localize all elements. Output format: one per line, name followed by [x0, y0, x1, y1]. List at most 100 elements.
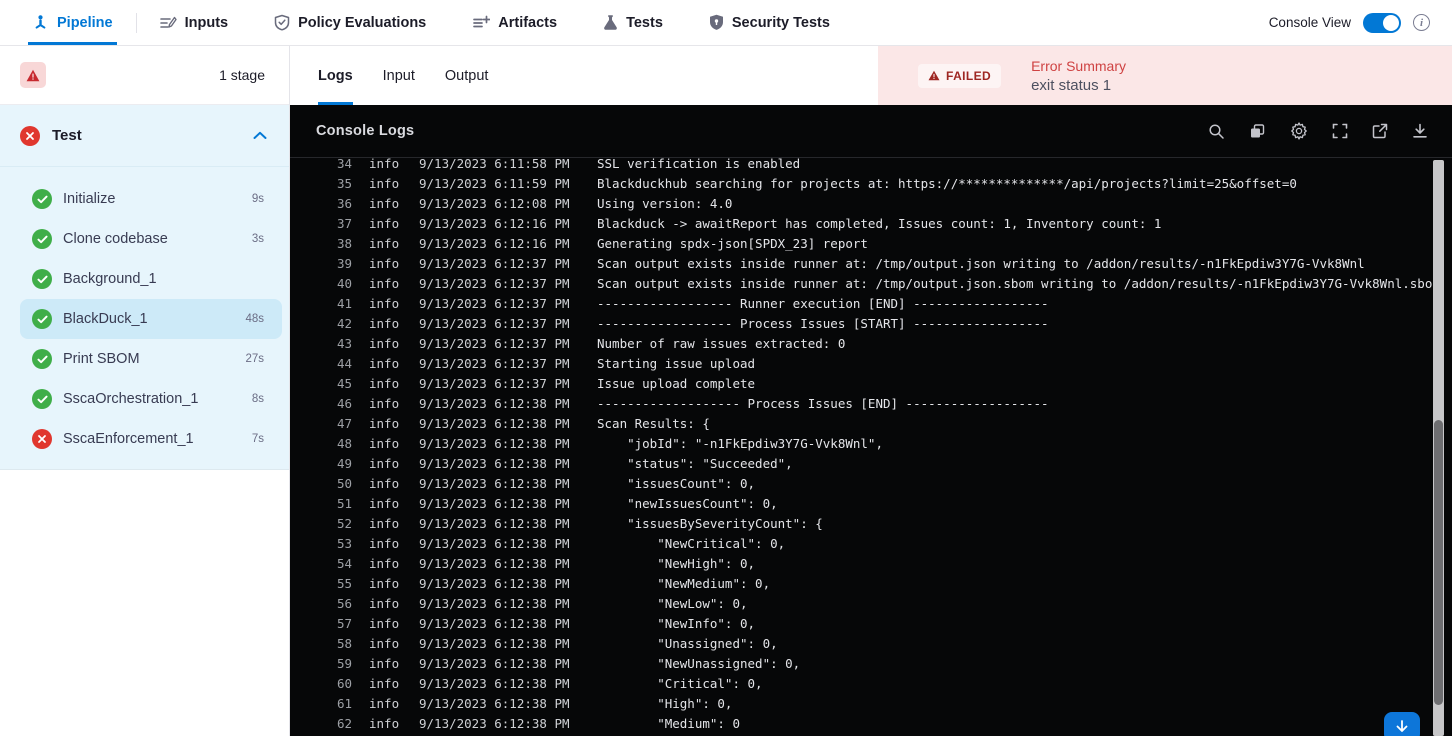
settings-icon[interactable] — [1290, 122, 1308, 140]
pipeline-icon — [32, 14, 49, 31]
log-level: info — [369, 575, 400, 591]
log-line-number: 37 — [336, 215, 352, 231]
step-label: Print SBOM — [63, 351, 140, 367]
log-level: info — [369, 475, 400, 491]
log-line-number: 34 — [336, 158, 352, 171]
log-level: info — [369, 375, 400, 391]
log-line: 55 info 9/13/2023 6:12:38 PM "NewMedium": … — [290, 573, 1452, 593]
log-line: 49 info 9/13/2023 6:12:38 PM "status": "Su… — [290, 453, 1452, 473]
error-summary-message: exit status 1 — [1031, 76, 1112, 94]
search-icon[interactable] — [1208, 123, 1225, 140]
chevron-up-icon[interactable] — [253, 131, 267, 140]
step-sscaorchestration-1[interactable]: SscaOrchestration_1 8s — [20, 379, 282, 419]
log-line-number: 42 — [336, 315, 352, 331]
log-timestamp: 9/13/2023 6:11:58 PM — [419, 158, 570, 171]
log-line-number: 36 — [336, 195, 352, 211]
log-line-number: 53 — [336, 535, 352, 551]
step-blackduck-1[interactable]: BlackDuck_1 48s — [20, 299, 282, 339]
log-timestamp: 9/13/2023 6:12:38 PM — [419, 435, 570, 451]
step-duration: 8s — [251, 393, 264, 405]
tab-output[interactable]: Output — [445, 46, 489, 105]
log-line: 52 info 9/13/2023 6:12:38 PM "issuesBySeve… — [290, 513, 1452, 533]
main-panel: Logs Input Output FAILED Error Summary exi… — [290, 46, 1452, 736]
log-line: 46 info 9/13/2023 6:12:38 PM --------------… — [290, 393, 1452, 413]
step-duration: 27s — [245, 353, 264, 365]
scrollbar-thumb[interactable] — [1434, 420, 1443, 705]
log-line-number: 58 — [336, 635, 352, 651]
log-line-number: 49 — [336, 455, 352, 471]
log-timestamp: 9/13/2023 6:12:37 PM — [419, 335, 570, 351]
top-tab-artifacts[interactable]: Artifacts — [468, 0, 561, 45]
log-message: Starting issue upload — [597, 355, 756, 371]
log-line: 61 info 9/13/2023 6:12:38 PM "High": 0, — [290, 693, 1452, 713]
info-icon[interactable]: i — [1413, 14, 1430, 31]
log-line-number: 46 — [336, 395, 352, 411]
download-icon[interactable] — [1412, 123, 1428, 139]
log-message: "High": 0, — [597, 695, 733, 711]
scrollbar[interactable] — [1433, 160, 1444, 736]
failed-badge-label: FAILED — [946, 68, 992, 83]
stage-header-test[interactable]: Test — [0, 105, 289, 167]
log-timestamp: 9/13/2023 6:12:38 PM — [419, 575, 570, 591]
step-sscaenforcement-1[interactable]: SscaEnforcement_1 7s — [20, 419, 282, 459]
console-title: Console Logs — [316, 123, 415, 139]
log-level: info — [369, 535, 400, 551]
scroll-to-bottom-button[interactable] — [1384, 712, 1420, 736]
log-line: 47 info 9/13/2023 6:12:38 PM Scan Results: … — [290, 413, 1452, 433]
step-background-1[interactable]: Background_1 — [20, 259, 282, 299]
success-icon — [32, 269, 52, 289]
top-tab-security-tests[interactable]: Security Tests — [705, 0, 834, 45]
log-line-number: 55 — [336, 575, 352, 591]
copy-icon[interactable] — [1249, 123, 1266, 140]
log-line-number: 41 — [336, 295, 352, 311]
open-in-new-icon[interactable] — [1372, 123, 1388, 139]
console-toolbar — [1208, 122, 1428, 140]
tab-logs[interactable]: Logs — [318, 46, 353, 105]
step-duration: 9s — [251, 193, 264, 205]
console-view-toggle[interactable] — [1363, 12, 1401, 33]
top-tab-tests[interactable]: Tests — [599, 0, 667, 45]
log-level: info — [369, 355, 400, 371]
log-message: "NewHigh": 0, — [597, 555, 756, 571]
console-log-viewport[interactable]: 34 info 9/13/2023 6:11:58 PM SSL verificati… — [290, 158, 1452, 736]
step-label: BlackDuck_1 — [63, 311, 148, 327]
log-line-number: 48 — [336, 435, 352, 451]
stage-name: Test — [52, 127, 82, 144]
log-timestamp: 9/13/2023 6:12:38 PM — [419, 515, 570, 531]
log-level: info — [369, 215, 400, 231]
log-level: info — [369, 595, 400, 611]
log-timestamp: 9/13/2023 6:12:37 PM — [419, 275, 570, 291]
log-message: Scan output exists inside runner at: /tm… — [597, 275, 1440, 291]
top-tab-inputs[interactable]: Inputs — [155, 0, 233, 45]
log-message: "NewMedium": 0, — [597, 575, 771, 591]
log-timestamp: 9/13/2023 6:12:38 PM — [419, 475, 570, 491]
log-timestamp: 9/13/2023 6:12:38 PM — [419, 655, 570, 671]
execution-sidebar: 1 stage Test Initialize 9s Clone codebase 3… — [0, 46, 290, 736]
log-message: ------------------ Runner execution [END… — [597, 295, 1049, 311]
log-timestamp: 9/13/2023 6:12:38 PM — [419, 595, 570, 611]
top-tab-pipeline[interactable]: Pipeline — [28, 0, 137, 45]
error-summary-bar: FAILED Error Summary exit status 1 — [878, 46, 1452, 105]
success-icon — [32, 349, 52, 369]
log-line: 37 info 9/13/2023 6:12:16 PM Blackduck -> a… — [290, 213, 1452, 233]
step-print-sbom[interactable]: Print SBOM 27s — [20, 339, 282, 379]
log-line: 50 info 9/13/2023 6:12:38 PM "issuesCount"… — [290, 473, 1452, 493]
log-timestamp: 9/13/2023 6:12:38 PM — [419, 715, 570, 731]
log-message: Issue upload complete — [597, 375, 756, 391]
log-line: 44 info 9/13/2023 6:12:37 PM Starting issue… — [290, 353, 1452, 373]
top-nav-tabs: Pipeline Inputs Policy Evaluations Artifact… — [28, 0, 872, 45]
log-line-number: 50 — [336, 475, 352, 491]
step-initialize[interactable]: Initialize 9s — [20, 179, 282, 219]
log-message: Scan Results: { — [597, 415, 710, 431]
log-level: info — [369, 675, 400, 691]
top-tab-policy-evaluations[interactable]: Policy Evaluations — [270, 0, 430, 45]
console-header: Console Logs — [290, 105, 1452, 158]
log-level: info — [369, 335, 400, 351]
fullscreen-icon[interactable] — [1332, 123, 1348, 139]
tab-input[interactable]: Input — [383, 46, 415, 105]
log-level: info — [369, 515, 400, 531]
log-message: "jobId": "-n1FkEpdiw3Y7G-Vvk8Wnl", — [597, 435, 883, 451]
log-message: "NewCritical": 0, — [597, 535, 786, 551]
step-clone-codebase[interactable]: Clone codebase 3s — [20, 219, 282, 259]
log-line-number: 40 — [336, 275, 352, 291]
